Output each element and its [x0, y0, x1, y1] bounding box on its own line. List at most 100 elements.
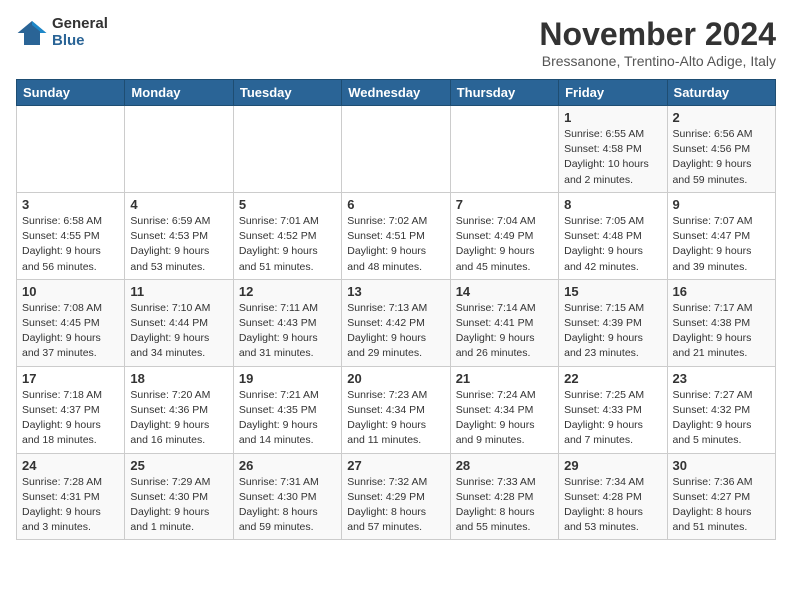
day-number: 3	[22, 197, 119, 212]
day-number: 28	[456, 458, 553, 473]
day-number: 15	[564, 284, 661, 299]
calendar-cell: 20 Sunrise: 7:23 AMSunset: 4:34 PMDayligh…	[342, 366, 450, 453]
month-title: November 2024	[539, 16, 776, 53]
day-info: Sunrise: 6:58 AMSunset: 4:55 PMDaylight:…	[22, 214, 119, 275]
week-row-3: 10Sunrise: 7:08 AMSunset: 4:45 PMDayligh…	[17, 279, 776, 366]
logo: General Blue	[16, 16, 108, 49]
calendar-cell: 17 Sunrise: 7:18 AMSunset: 4:37 PMDayligh…	[17, 366, 125, 453]
calendar-cell: 7Sunrise: 7:04 AMSunset: 4:49 PMDaylight…	[450, 192, 558, 279]
day-info: Sunrise: 7:08 AMSunset: 4:45 PMDaylight:…	[22, 301, 119, 362]
header-monday: Monday	[125, 80, 233, 106]
location-subtitle: Bressanone, Trentino-Alto Adige, Italy	[539, 53, 776, 69]
day-info: Sunrise: 6:55 AMSunset: 4:58 PMDaylight:…	[564, 127, 661, 188]
calendar-cell: 3 Sunrise: 6:58 AMSunset: 4:55 PMDaylight…	[17, 192, 125, 279]
day-info: Sunrise: 7:21 AMSunset: 4:35 PMDaylight:…	[239, 388, 336, 449]
logo-text: General Blue	[52, 16, 108, 49]
day-number: 20	[347, 371, 444, 386]
day-info: Sunrise: 7:31 AMSunset: 4:30 PMDaylight:…	[239, 475, 336, 536]
calendar-cell: 22Sunrise: 7:25 AMSunset: 4:33 PMDayligh…	[559, 366, 667, 453]
day-number: 4	[130, 197, 227, 212]
day-number: 11	[130, 284, 227, 299]
week-row-4: 17 Sunrise: 7:18 AMSunset: 4:37 PMDayligh…	[17, 366, 776, 453]
day-info: Sunrise: 7:13 AMSunset: 4:42 PMDaylight:…	[347, 301, 444, 362]
day-number: 16	[673, 284, 770, 299]
day-number: 29	[564, 458, 661, 473]
day-info: Sunrise: 7:18 AMSunset: 4:37 PMDaylight:…	[22, 388, 119, 449]
calendar-cell: 2 Sunrise: 6:56 AMSunset: 4:56 PMDaylight…	[667, 106, 775, 193]
day-number: 8	[564, 197, 661, 212]
day-number: 12	[239, 284, 336, 299]
calendar-cell: 16 Sunrise: 7:17 AMSunset: 4:38 PMDayligh…	[667, 279, 775, 366]
calendar-cell: 8Sunrise: 7:05 AMSunset: 4:48 PMDaylight…	[559, 192, 667, 279]
calendar-table: SundayMondayTuesdayWednesdayThursdayFrid…	[16, 79, 776, 540]
calendar-cell: 12Sunrise: 7:11 AMSunset: 4:43 PMDayligh…	[233, 279, 341, 366]
header-thursday: Thursday	[450, 80, 558, 106]
day-info: Sunrise: 7:14 AMSunset: 4:41 PMDaylight:…	[456, 301, 553, 362]
header-tuesday: Tuesday	[233, 80, 341, 106]
calendar-cell	[125, 106, 233, 193]
calendar-cell: 9Sunrise: 7:07 AMSunset: 4:47 PMDaylight…	[667, 192, 775, 279]
calendar-cell: 21 Sunrise: 7:24 AMSunset: 4:34 PMDayligh…	[450, 366, 558, 453]
day-info: Sunrise: 6:56 AMSunset: 4:56 PMDaylight:…	[673, 127, 770, 188]
calendar-cell	[233, 106, 341, 193]
day-info: Sunrise: 7:02 AMSunset: 4:51 PMDaylight:…	[347, 214, 444, 275]
calendar-cell: 1 Sunrise: 6:55 AMSunset: 4:58 PMDaylight…	[559, 106, 667, 193]
day-number: 17	[22, 371, 119, 386]
calendar-cell: 25Sunrise: 7:29 AMSunset: 4:30 PMDayligh…	[125, 453, 233, 540]
calendar-cell: 4 Sunrise: 6:59 AMSunset: 4:53 PMDaylight…	[125, 192, 233, 279]
day-number: 6	[347, 197, 444, 212]
header-saturday: Saturday	[667, 80, 775, 106]
calendar-cell: 23Sunrise: 7:27 AMSunset: 4:32 PMDayligh…	[667, 366, 775, 453]
day-info: Sunrise: 7:24 AMSunset: 4:34 PMDaylight:…	[456, 388, 553, 449]
calendar-cell: 30 Sunrise: 7:36 AMSunset: 4:27 PMDayligh…	[667, 453, 775, 540]
logo-icon	[16, 17, 48, 49]
calendar-cell: 14 Sunrise: 7:14 AMSunset: 4:41 PMDayligh…	[450, 279, 558, 366]
day-number: 25	[130, 458, 227, 473]
day-info: Sunrise: 7:17 AMSunset: 4:38 PMDaylight:…	[673, 301, 770, 362]
day-number: 5	[239, 197, 336, 212]
day-info: Sunrise: 7:36 AMSunset: 4:27 PMDaylight:…	[673, 475, 770, 536]
day-number: 21	[456, 371, 553, 386]
week-row-1: 1 Sunrise: 6:55 AMSunset: 4:58 PMDaylight…	[17, 106, 776, 193]
calendar-header: SundayMondayTuesdayWednesdayThursdayFrid…	[17, 80, 776, 106]
day-number: 1	[564, 110, 661, 125]
day-number: 18	[130, 371, 227, 386]
day-info: Sunrise: 7:10 AMSunset: 4:44 PMDaylight:…	[130, 301, 227, 362]
calendar-cell: 11 Sunrise: 7:10 AMSunset: 4:44 PMDayligh…	[125, 279, 233, 366]
calendar-cell: 5 Sunrise: 7:01 AMSunset: 4:52 PMDaylight…	[233, 192, 341, 279]
header-row: SundayMondayTuesdayWednesdayThursdayFrid…	[17, 80, 776, 106]
day-number: 14	[456, 284, 553, 299]
calendar-cell: 13 Sunrise: 7:13 AMSunset: 4:42 PMDayligh…	[342, 279, 450, 366]
logo-general: General	[52, 16, 108, 33]
day-number: 30	[673, 458, 770, 473]
calendar-cell: 26Sunrise: 7:31 AMSunset: 4:30 PMDayligh…	[233, 453, 341, 540]
day-number: 23	[673, 371, 770, 386]
calendar-cell: 18 Sunrise: 7:20 AMSunset: 4:36 PMDayligh…	[125, 366, 233, 453]
page-header: General Blue November 2024 Bressanone, T…	[16, 16, 776, 69]
day-number: 2	[673, 110, 770, 125]
day-info: Sunrise: 7:15 AMSunset: 4:39 PMDaylight:…	[564, 301, 661, 362]
day-info: Sunrise: 7:04 AMSunset: 4:49 PMDaylight:…	[456, 214, 553, 275]
calendar-cell: 24 Sunrise: 7:28 AMSunset: 4:31 PMDayligh…	[17, 453, 125, 540]
day-info: Sunrise: 7:33 AMSunset: 4:28 PMDaylight:…	[456, 475, 553, 536]
day-number: 24	[22, 458, 119, 473]
day-info: Sunrise: 7:20 AMSunset: 4:36 PMDaylight:…	[130, 388, 227, 449]
header-wednesday: Wednesday	[342, 80, 450, 106]
calendar-cell: 15 Sunrise: 7:15 AMSunset: 4:39 PMDayligh…	[559, 279, 667, 366]
header-sunday: Sunday	[17, 80, 125, 106]
calendar-cell	[450, 106, 558, 193]
day-info: Sunrise: 6:59 AMSunset: 4:53 PMDaylight:…	[130, 214, 227, 275]
day-number: 13	[347, 284, 444, 299]
logo-blue: Blue	[52, 33, 108, 50]
week-row-2: 3 Sunrise: 6:58 AMSunset: 4:55 PMDaylight…	[17, 192, 776, 279]
day-info: Sunrise: 7:32 AMSunset: 4:29 PMDaylight:…	[347, 475, 444, 536]
calendar-cell: 10Sunrise: 7:08 AMSunset: 4:45 PMDayligh…	[17, 279, 125, 366]
day-number: 22	[564, 371, 661, 386]
day-info: Sunrise: 7:01 AMSunset: 4:52 PMDaylight:…	[239, 214, 336, 275]
day-info: Sunrise: 7:34 AMSunset: 4:28 PMDaylight:…	[564, 475, 661, 536]
week-row-5: 24 Sunrise: 7:28 AMSunset: 4:31 PMDayligh…	[17, 453, 776, 540]
calendar-body: 1 Sunrise: 6:55 AMSunset: 4:58 PMDaylight…	[17, 106, 776, 540]
day-info: Sunrise: 7:28 AMSunset: 4:31 PMDaylight:…	[22, 475, 119, 536]
day-info: Sunrise: 7:23 AMSunset: 4:34 PMDaylight:…	[347, 388, 444, 449]
calendar-cell: 19Sunrise: 7:21 AMSunset: 4:35 PMDayligh…	[233, 366, 341, 453]
